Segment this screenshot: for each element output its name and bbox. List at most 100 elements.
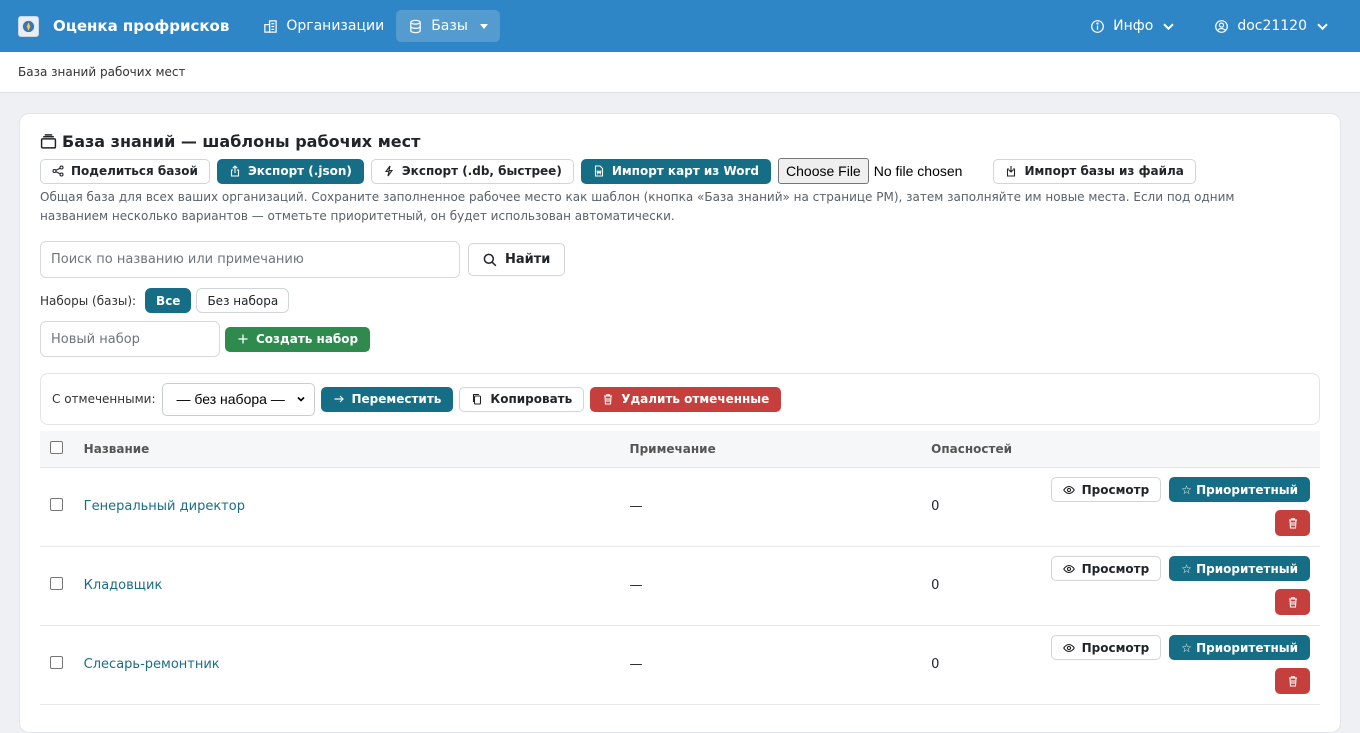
trash-icon [604, 394, 613, 405]
database-icon [410, 19, 421, 33]
search-icon [483, 253, 497, 266]
row-name-cell: Слесарь-ремонтник [83, 625, 630, 705]
plus-icon [238, 334, 248, 344]
choose-file-button[interactable]: Choose File [778, 158, 869, 184]
share-base-label: Поделиться базой [71, 164, 198, 178]
templates-table: Название Примечание Опасностей Генеральн… [40, 431, 1320, 705]
row-checkbox[interactable] [50, 656, 63, 669]
create-set-label: Создать набор [256, 332, 359, 346]
priority-button[interactable]: ☆ Приоритетный [1169, 635, 1310, 660]
eye-icon [1062, 564, 1075, 573]
top-navbar: Оценка профрисков Организации Базы Инфо … [0, 0, 1360, 52]
collection-icon [40, 133, 57, 149]
row-name-cell: Кладовщик [83, 546, 630, 626]
chevron-down-icon [1163, 23, 1175, 30]
building-icon [264, 19, 278, 33]
word-file-icon [594, 165, 603, 177]
view-label: Просмотр [1081, 561, 1150, 576]
header-hazards: Опасностей [931, 431, 1051, 468]
row-checkbox[interactable] [50, 498, 63, 511]
template-name-link[interactable]: Слесарь-ремонтник [84, 657, 220, 672]
copy-button[interactable]: Копировать [459, 386, 585, 412]
priority-button[interactable]: ☆ Приоритетный [1169, 556, 1310, 581]
user-circle-icon [1215, 19, 1229, 33]
view-label: Просмотр [1081, 640, 1150, 655]
delete-row-button[interactable] [1275, 510, 1310, 536]
delete-row-button[interactable] [1275, 589, 1310, 615]
delete-row-button[interactable] [1275, 668, 1310, 694]
template-name-link[interactable]: Кладовщик [84, 578, 163, 593]
table-header-row: Название Примечание Опасностей [40, 431, 1320, 468]
export-json-label: Экспорт (.json) [247, 164, 352, 178]
lightning-icon [384, 165, 393, 177]
eye-icon [1062, 643, 1075, 652]
move-button[interactable]: Переместить [320, 386, 454, 412]
knowledge-base-card: База знаний — шаблоны рабочих мест Подел… [19, 113, 1341, 733]
import-word-button[interactable]: Импорт карт из Word [580, 158, 772, 184]
row-checkbox[interactable] [50, 577, 63, 590]
view-label: Просмотр [1081, 482, 1150, 497]
table-row: Слесарь-ремонтник — 0 Просмотр ☆ Приорит… [40, 625, 1320, 705]
sets-label: Наборы (базы): [40, 293, 137, 308]
search-button[interactable]: Найти [468, 243, 566, 276]
chevron-down-icon [296, 396, 305, 402]
row-note: — [629, 467, 932, 547]
row-hazards: 0 [931, 467, 1051, 547]
new-set-row: Новый набор Создать набор [40, 321, 1320, 357]
create-set-button[interactable]: Создать набор [225, 326, 371, 352]
priority-label: ☆ Приоритетный [1181, 640, 1298, 655]
brand[interactable]: Оценка профрисков [18, 15, 229, 37]
delete-selected-button[interactable]: Удалить отмеченные [590, 386, 782, 412]
view-button[interactable]: Просмотр [1050, 556, 1162, 581]
target-set-select[interactable]: — без набора — [161, 382, 315, 416]
select-all-cell [40, 431, 84, 468]
nav-info-label: Инфо [1113, 18, 1154, 34]
search-input[interactable]: Поиск по названию или примечанию [40, 241, 460, 278]
upload-icon [230, 165, 240, 177]
row-select-cell [40, 546, 84, 626]
file-status: No file chosen [873, 163, 963, 179]
nav-info[interactable]: Инфо [1078, 10, 1188, 42]
nav-organizations[interactable]: Организации [251, 10, 396, 42]
logo-icon [18, 15, 39, 37]
view-button[interactable]: Просмотр [1050, 635, 1162, 660]
export-json-button[interactable]: Экспорт (.json) [216, 158, 364, 184]
page-title: База знаний — шаблоны рабочих мест [40, 130, 1320, 152]
file-input[interactable]: Choose File No file chosen [778, 158, 962, 184]
page-title-text: База знаний — шаблоны рабочих мест [62, 131, 421, 151]
caret-down-icon [479, 23, 488, 29]
row-hazards: 0 [931, 546, 1051, 626]
share-base-button[interactable]: Поделиться базой [40, 158, 210, 184]
toolbar: Поделиться базой Экспорт (.json) Экспорт… [40, 158, 1320, 184]
template-name-link[interactable]: Генеральный директор [84, 499, 245, 514]
set-filter-all[interactable]: Все [145, 288, 192, 313]
nav-user[interactable]: doc21120 [1202, 10, 1342, 42]
view-button[interactable]: Просмотр [1050, 477, 1162, 502]
nav-organizations-label: Организации [286, 18, 385, 34]
new-set-input[interactable]: Новый набор [40, 321, 220, 357]
sets-filter: Наборы (базы): Все Без набора [40, 288, 1320, 313]
header-note: Примечание [629, 431, 932, 468]
priority-button[interactable]: ☆ Приоритетный [1169, 477, 1310, 502]
trash-icon [1288, 597, 1297, 608]
nav-bases-label: Базы [431, 18, 468, 34]
export-db-label: Экспорт (.db, быстрее) [401, 164, 562, 178]
row-actions: Просмотр ☆ Приоритетный [1050, 467, 1320, 547]
copy-label: Копировать [490, 392, 573, 406]
header-actions [1050, 431, 1320, 468]
select-all-checkbox[interactable] [50, 440, 63, 454]
set-filter-none[interactable]: Без набора [196, 288, 290, 313]
arrow-right-icon [334, 395, 344, 403]
import-base-label: Импорт базы из файла [1024, 164, 1184, 178]
row-actions: Просмотр ☆ Приоритетный [1050, 625, 1320, 705]
row-select-cell [40, 467, 84, 547]
nav-bases[interactable]: Базы [396, 10, 500, 42]
row-note: — [629, 546, 932, 626]
search-row: Поиск по названию или примечанию Найти [40, 241, 1320, 278]
import-base-button[interactable]: Импорт базы из файла [993, 158, 1196, 184]
description: Общая база для всех ваших организаций. С… [40, 190, 1235, 223]
export-db-button[interactable]: Экспорт (.db, быстрее) [370, 158, 574, 184]
priority-label: ☆ Приоритетный [1181, 561, 1298, 576]
header-name[interactable]: Название [83, 431, 630, 468]
row-note: — [629, 625, 932, 705]
